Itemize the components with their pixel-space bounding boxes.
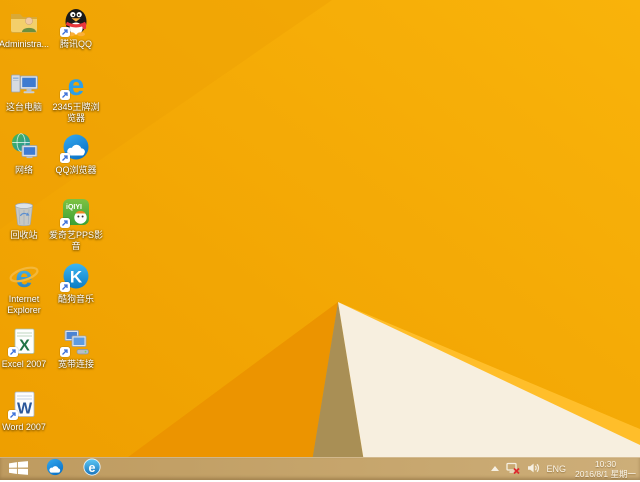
qq-browser-cloud-icon: [60, 131, 92, 163]
network-disconnected-icon: [505, 462, 520, 477]
up-arrow-icon: [490, 464, 499, 474]
desktop-icon-internet-explorer[interactable]: e Internet Explorer: [1, 260, 47, 316]
network-status-button[interactable]: [505, 462, 520, 477]
network-globe-icon: [8, 131, 40, 163]
desktop-icon-label: 2345王牌浏览器: [52, 102, 100, 123]
svg-text:e: e: [15, 260, 32, 292]
shortcut-arrow-icon: [60, 347, 70, 357]
tray-time: 10:30: [594, 459, 617, 469]
qq-penguin-icon: [60, 5, 92, 37]
desktop-icon-label: 宽带连接: [57, 359, 95, 369]
shortcut-arrow-icon: [60, 153, 70, 163]
desktop-icon-broadband-connection[interactable]: 宽带连接: [53, 325, 99, 370]
desktop-icon-network[interactable]: 网络: [1, 131, 47, 176]
word-icon: W: [8, 388, 40, 420]
broadband-monitors-icon: [60, 325, 92, 357]
qq-browser-icon: [45, 457, 65, 482]
clock[interactable]: 10:30 2016/8/1 星期一: [573, 459, 636, 479]
desktop-icon-label: 腾讯QQ: [59, 39, 93, 49]
internet-explorer-icon: e: [82, 457, 102, 482]
recycle-bin-icon: [8, 196, 40, 228]
taskbar-qq-browser-button[interactable]: [43, 458, 67, 480]
desktop-icon-recycle-bin[interactable]: 回收站: [1, 196, 47, 241]
desktop-icon-kugou-music[interactable]: K 酷狗音乐: [53, 260, 99, 305]
svg-text:iQIYI: iQIYI: [66, 204, 82, 211]
tray-date: 2016/8/1 星期一: [575, 469, 636, 479]
desktop-icon-qq-browser[interactable]: QQ浏览器: [53, 131, 99, 176]
desktop-icon-label: 爱奇艺PPS影音: [49, 230, 104, 251]
shortcut-arrow-icon: [60, 27, 70, 37]
desktop-icon-label: Word 2007: [2, 422, 46, 432]
browser-e-icon: e: [60, 68, 92, 100]
svg-text:W: W: [17, 401, 33, 418]
desktop-icon-label: Excel 2007: [1, 359, 47, 369]
start-button[interactable]: [2, 458, 34, 480]
shortcut-arrow-icon: [60, 218, 70, 228]
folder-user-icon: [8, 5, 40, 37]
desktop-icon-label: QQ浏览器: [55, 165, 97, 175]
volume-button[interactable]: [527, 462, 540, 476]
taskbar-internet-explorer-button[interactable]: e: [80, 457, 104, 482]
desktop-icon-label: Internet Explorer: [7, 294, 41, 315]
svg-text:e: e: [89, 461, 96, 475]
computer-icon: [8, 68, 40, 100]
shortcut-arrow-icon: [8, 410, 18, 420]
shortcut-arrow-icon: [60, 282, 70, 292]
system-tray: ENG 10:30 2016/8/1 星期一: [490, 459, 640, 479]
desktop-icon-this-pc[interactable]: 这台电脑: [1, 68, 47, 113]
desktop-icon-label: 酷狗音乐: [57, 294, 95, 304]
speaker-icon: [527, 462, 540, 476]
excel-icon: X: [8, 325, 40, 357]
svg-text:e: e: [68, 69, 85, 100]
desktop-icon-2345-browser[interactable]: e 2345王牌浏览器: [52, 68, 99, 124]
desktop: Administra... 腾讯QQ 这台电脑 e 2345王牌浏览器 网络 Q…: [0, 0, 640, 480]
desktop-icon-excel-2007[interactable]: X Excel 2007: [1, 325, 47, 370]
desktop-icon-word-2007[interactable]: W Word 2007: [1, 388, 47, 433]
desktop-icon-label: 回收站: [10, 230, 38, 240]
desktop-icon-label: Administra...: [0, 39, 50, 49]
desktop-icon-administrator-files[interactable]: Administra...: [0, 5, 50, 50]
shortcut-arrow-icon: [8, 347, 18, 357]
show-hidden-icons-button[interactable]: [490, 464, 499, 474]
windows-logo-icon: [8, 460, 28, 478]
shortcut-arrow-icon: [60, 90, 70, 100]
desktop-icon-label: 这台电脑: [5, 102, 43, 112]
internet-explorer-icon: e: [8, 260, 40, 292]
language-indicator[interactable]: ENG: [547, 464, 567, 474]
desktop-icon-tencent-qq[interactable]: 腾讯QQ: [53, 5, 99, 50]
taskbar: e ENG 10:30 2016/8/1 星期一: [0, 457, 640, 480]
desktop-icon-iqiyi-pps[interactable]: iQIYI 爱奇艺PPS影音: [49, 196, 103, 252]
svg-text:X: X: [19, 338, 30, 355]
svg-text:K: K: [70, 268, 83, 287]
kugou-icon: K: [60, 260, 92, 292]
desktop-icon-label: 网络: [14, 165, 34, 175]
iqiyi-icon: iQIYI: [60, 196, 92, 228]
